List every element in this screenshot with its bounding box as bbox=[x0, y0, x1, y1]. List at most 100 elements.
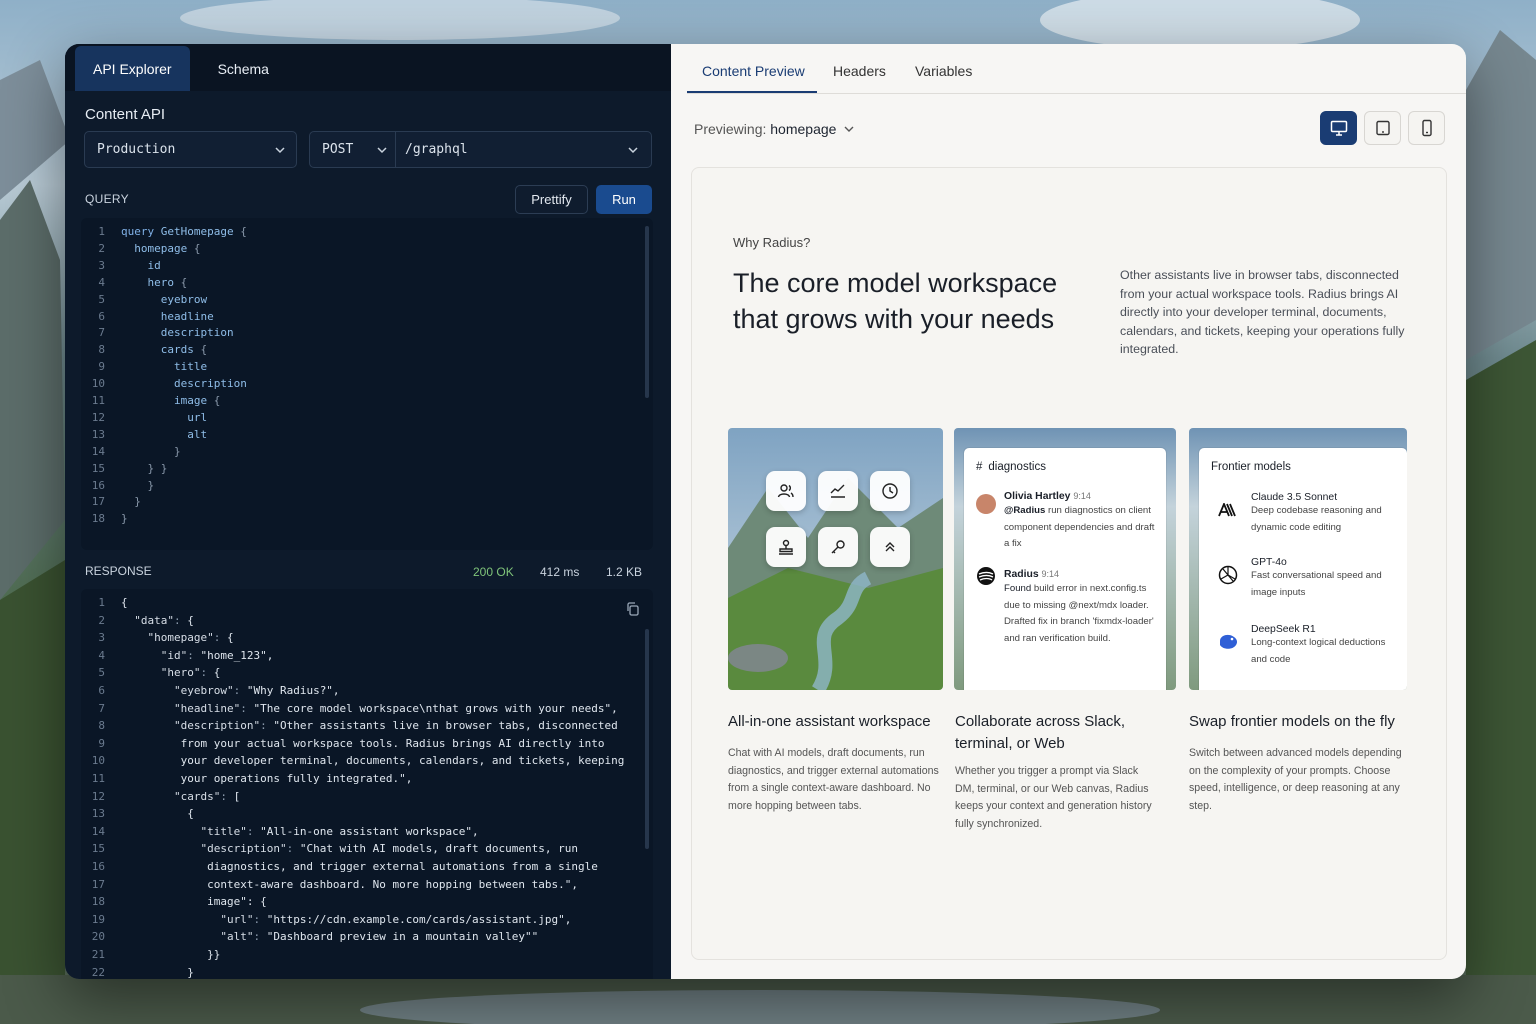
line-number: 20 bbox=[91, 930, 105, 944]
code-line: url bbox=[121, 410, 208, 424]
tablet-view-button[interactable] bbox=[1364, 111, 1401, 145]
line-number: 3 bbox=[98, 631, 105, 645]
line-number: 6 bbox=[98, 309, 105, 323]
code-line: diagnostics, and trigger external automa… bbox=[121, 860, 598, 873]
api-explorer-panel: API Explorer Schema Content API Producti… bbox=[65, 44, 671, 979]
line-number: 5 bbox=[98, 292, 105, 306]
code-line: cards { bbox=[121, 343, 208, 357]
line-number: 2 bbox=[98, 613, 105, 627]
code-line: alt bbox=[121, 427, 208, 441]
desktop-view-button[interactable] bbox=[1320, 111, 1357, 145]
line-number: 15 bbox=[91, 461, 105, 475]
chevron-down-icon bbox=[275, 147, 285, 154]
code-line: } bbox=[121, 965, 194, 979]
line-number: 1 bbox=[98, 596, 105, 609]
hero-description: Other assistants live in browser tabs, d… bbox=[1120, 268, 1405, 356]
active-tab-indicator bbox=[687, 91, 817, 93]
prettify-button[interactable]: Prettify bbox=[515, 185, 588, 214]
line-number: 4 bbox=[98, 648, 105, 662]
line-number: 3 bbox=[98, 258, 105, 272]
code-line: description bbox=[121, 377, 247, 391]
app-window: API Explorer Schema Content API Producti… bbox=[65, 44, 1466, 979]
line-number: 18 bbox=[91, 895, 105, 909]
line-number: 16 bbox=[91, 478, 105, 492]
code-line: title bbox=[121, 360, 208, 374]
section-title: Content API bbox=[85, 106, 166, 123]
code-line: "url": "https://cdn.example.com/cards/as… bbox=[220, 912, 572, 926]
line-number: 14 bbox=[91, 444, 105, 458]
response-scrollbar[interactable] bbox=[645, 629, 649, 849]
response-label: RESPONSE bbox=[85, 564, 152, 578]
environment-select[interactable]: Production bbox=[84, 131, 297, 168]
line-number: 5 bbox=[98, 666, 105, 680]
line-number: 9 bbox=[98, 736, 105, 750]
model-item-deepseek[interactable]: DeepSeek R1 Long-context logical deducti… bbox=[1251, 624, 1401, 668]
model-item-claude[interactable]: Claude 3.5 Sonnet Deep codebase reasonin… bbox=[1251, 492, 1401, 536]
hero-headline: The core model workspace that grows with… bbox=[733, 268, 1058, 334]
model-item-gpt[interactable]: GPT-4o Fast conversational speed and ima… bbox=[1251, 557, 1401, 601]
code-line: "title": "All-in-one assistant workspace… bbox=[200, 824, 479, 838]
mobile-view-button[interactable] bbox=[1408, 111, 1445, 145]
card-description: Chat with AI models, draft documents, ru… bbox=[728, 747, 939, 812]
line-number: 17 bbox=[91, 495, 105, 509]
code-line: image": { bbox=[121, 895, 267, 909]
avatar bbox=[976, 494, 996, 514]
response-viewer[interactable]: 1 {2 "data": {3 "homepage": {4 "id": "hom… bbox=[81, 589, 653, 979]
chevron-down-icon[interactable] bbox=[377, 145, 387, 155]
users-icon bbox=[766, 471, 806, 511]
openai-logo-icon bbox=[1218, 565, 1238, 585]
line-number: 9 bbox=[98, 360, 105, 374]
previewing-selector[interactable]: Previewing: homepage bbox=[694, 121, 854, 137]
card-description: Switch between advanced models depending… bbox=[1189, 747, 1402, 812]
code-line: "eyebrow": "Why Radius?", bbox=[173, 684, 340, 697]
line-number: 7 bbox=[98, 701, 105, 715]
run-button[interactable]: Run bbox=[596, 185, 652, 214]
method-value: POST bbox=[322, 142, 354, 157]
tab-headers[interactable]: Headers bbox=[833, 63, 886, 79]
tab-schema[interactable]: Schema bbox=[200, 46, 287, 91]
chevron-down-icon[interactable] bbox=[628, 145, 638, 155]
right-tab-bar: Content Preview Headers Variables bbox=[687, 44, 1466, 94]
code-line: } bbox=[147, 478, 155, 492]
previewing-label: Previewing: bbox=[694, 121, 767, 137]
code-line: homepage { bbox=[121, 241, 201, 255]
line-number: 8 bbox=[98, 343, 105, 357]
line-number: 17 bbox=[91, 877, 105, 891]
code-line: "data": { bbox=[134, 613, 194, 627]
code-line: your developer terminal, documents, cale… bbox=[121, 754, 625, 768]
line-number: 21 bbox=[91, 948, 105, 961]
message-radius: Radius 9:14 Found build error in next.co… bbox=[1004, 569, 1154, 644]
copy-icon[interactable] bbox=[625, 601, 641, 617]
line-number: 11 bbox=[91, 772, 105, 785]
code-line: "headline": "The core model workspace\nt… bbox=[173, 701, 618, 715]
code-line: your operations fully integrated.", bbox=[121, 772, 413, 785]
code-line: "alt": "Dashboard preview in a mountain … bbox=[220, 930, 539, 944]
request-select[interactable]: POST /graphql bbox=[309, 131, 652, 168]
line-number: 15 bbox=[91, 842, 105, 856]
tablet-icon bbox=[1375, 120, 1390, 136]
code-line: { bbox=[121, 596, 128, 609]
card-collaborate-image: # diagnostics Olivia Hartley 9:14 @Radius… bbox=[954, 428, 1176, 690]
line-number: 14 bbox=[91, 824, 105, 838]
card-title: All-in-one assistant workspace bbox=[728, 713, 931, 730]
divider bbox=[395, 132, 396, 167]
tab-variables[interactable]: Variables bbox=[915, 63, 972, 79]
code-line: image { bbox=[121, 394, 221, 407]
preview-panel: Content Preview Headers Variables Previe… bbox=[671, 44, 1466, 979]
line-number: 10 bbox=[91, 377, 105, 391]
tab-content-preview[interactable]: Content Preview bbox=[702, 63, 805, 79]
status-badge: 200 OK bbox=[473, 565, 514, 579]
query-editor[interactable]: 1 query GetHomepage {2 homepage {3 id 4 he… bbox=[81, 218, 653, 550]
code-line: hero { bbox=[121, 275, 188, 289]
code-line: "description": "Chat with AI models, dra… bbox=[200, 842, 578, 856]
anthropic-logo-icon bbox=[1218, 503, 1236, 517]
code-line: "id": "home_123", bbox=[160, 648, 274, 662]
diagnostics-channel-mock: # diagnostics Olivia Hartley 9:14 @Radius… bbox=[964, 448, 1166, 690]
query-scrollbar[interactable] bbox=[645, 226, 649, 398]
line-number: 10 bbox=[91, 754, 105, 768]
card-models-image: Frontier models Claude 3.5 Sonnet Deep c… bbox=[1189, 428, 1407, 690]
endpoint-value: /graphql bbox=[405, 142, 468, 157]
tab-api-explorer[interactable]: API Explorer bbox=[75, 46, 190, 91]
line-number: 2 bbox=[98, 241, 105, 255]
line-number: 19 bbox=[91, 912, 105, 926]
